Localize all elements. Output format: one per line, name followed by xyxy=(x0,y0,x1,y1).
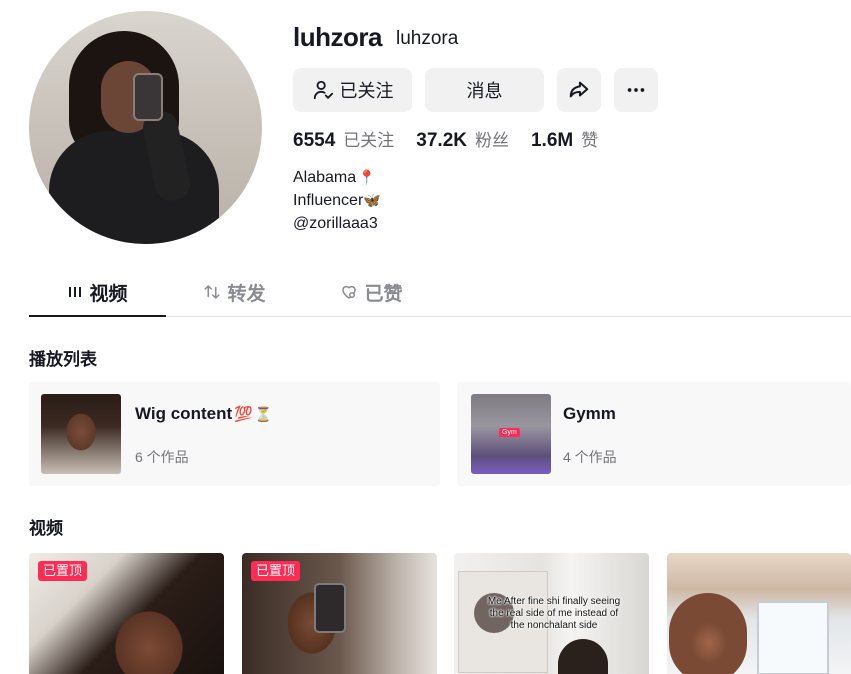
playlist-title-text: Gymm xyxy=(563,404,616,423)
heart-hidden-icon xyxy=(342,285,357,299)
video-card[interactable]: 已置顶 xyxy=(242,553,437,674)
playlist-thumbnail: Gym xyxy=(471,394,551,474)
playlist-card[interactable]: Gym Gymm 4 个作品 xyxy=(457,382,851,486)
following-count-label: 已关注 xyxy=(343,131,395,150)
tab-videos-label: 视频 xyxy=(89,283,128,305)
playlist-card[interactable]: Wig content 💯 ⏳ 6 个作品 xyxy=(29,382,440,486)
following-button[interactable]: 已关注 xyxy=(293,68,412,112)
more-options-button[interactable] xyxy=(614,68,658,112)
profile-username: luhzora xyxy=(293,22,382,52)
phone-shape xyxy=(314,583,346,633)
likes-count-label: 赞 xyxy=(581,131,599,150)
tab-reposts-label: 转发 xyxy=(227,283,266,305)
window-shape xyxy=(757,601,829,674)
profile-stats: 6554 已关注 37.2K 粉丝 1.6M 赞 xyxy=(293,126,620,152)
video-card[interactable]: 已置顶 xyxy=(29,553,224,674)
more-dots-icon xyxy=(627,88,645,92)
person-shape xyxy=(669,593,747,674)
profile-nickname: luhzora xyxy=(396,28,459,49)
video-card[interactable]: Me After fine shi finally seeing the rea… xyxy=(454,553,649,674)
user-check-icon xyxy=(313,80,333,100)
avatar-body-shape xyxy=(49,131,219,244)
likes-count: 1.6M xyxy=(530,130,574,151)
share-button[interactable] xyxy=(557,68,601,112)
share-arrow-icon xyxy=(569,81,589,98)
bio-handle-link[interactable]: @zorillaaa3 xyxy=(293,212,378,235)
pinned-badge: 已置顶 xyxy=(251,561,301,581)
bio-location-text: Alabama xyxy=(293,169,357,186)
pin-emoji: 📍 xyxy=(358,169,376,185)
playlist-thumbnail-tag: Gym xyxy=(499,428,520,437)
profile-avatar[interactable] xyxy=(29,11,262,244)
hundred-emoji: 💯 xyxy=(234,406,253,423)
tab-liked[interactable]: 已赞 xyxy=(303,268,440,316)
tab-liked-label: 已赞 xyxy=(364,283,403,305)
avatar-phone-shape xyxy=(133,73,163,121)
person-shape xyxy=(558,639,608,674)
active-tab-indicator xyxy=(29,315,166,317)
tab-videos[interactable]: 视频 xyxy=(29,268,166,316)
followers-count[interactable]: 37.2K xyxy=(416,130,467,152)
following-button-label: 已关注 xyxy=(339,81,394,101)
video-caption: Me After fine shi finally seeing the rea… xyxy=(487,596,621,631)
playlist-title-text: Wig content xyxy=(135,404,233,423)
pinned-badge: 已置顶 xyxy=(38,561,88,581)
profile-tabs: 视频 转发 已赞 xyxy=(29,268,851,317)
playlist-video-count: 6 个作品 xyxy=(135,449,189,465)
playlists-heading: 播放列表 xyxy=(29,350,97,369)
following-count[interactable]: 6554 xyxy=(293,130,335,152)
repost-icon xyxy=(204,285,220,299)
profile-bio: Alabama 📍 Influencer 🦋 @zorillaaa3 xyxy=(293,166,381,235)
playlist-thumbnail xyxy=(41,394,121,474)
bio-line-handle: @zorillaaa3 xyxy=(293,212,381,235)
followers-count-label: 粉丝 xyxy=(474,131,509,150)
playlist-video-count: 4 个作品 xyxy=(563,449,617,465)
message-button-label: 消息 xyxy=(466,81,503,101)
bio-line-role: Influencer 🦋 xyxy=(293,189,381,212)
playlist-title: Wig content 💯 ⏳ xyxy=(135,404,272,424)
playlist-title: Gymm xyxy=(563,404,616,424)
grid-icon xyxy=(69,287,82,297)
video-card[interactable] xyxy=(667,553,851,674)
bio-line-location: Alabama 📍 xyxy=(293,166,381,189)
hourglass-emoji: ⏳ xyxy=(254,405,273,422)
bio-role-text: Influencer xyxy=(293,192,364,209)
tab-reposts[interactable]: 转发 xyxy=(166,268,303,316)
videos-heading: 视频 xyxy=(29,519,63,538)
message-button[interactable]: 消息 xyxy=(425,68,544,112)
butterfly-emoji: 🦋 xyxy=(363,192,381,208)
